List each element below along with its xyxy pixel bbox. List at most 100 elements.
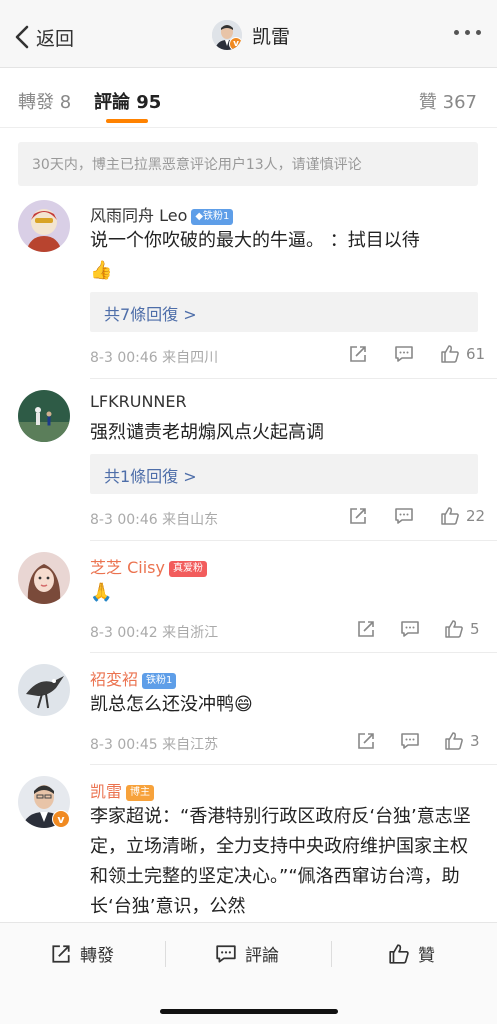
separator: [165, 941, 166, 967]
thumbs-up-icon: [445, 620, 463, 638]
weibo-comments-screen: 返回 v 凯雷 轉發 8 評論 95 贊 367 30天内，博主已拉黑恶意评论用…: [0, 0, 497, 1024]
share-icon: [350, 346, 366, 362]
laughing-emoji-icon: 😄: [234, 694, 253, 715]
like-count: 3: [470, 732, 480, 750]
chevron-left-icon: [15, 25, 29, 49]
comment-icon: [395, 508, 413, 524]
like-button[interactable]: 3: [444, 731, 480, 751]
comment-icon: [216, 944, 236, 963]
share-icon: [358, 733, 374, 749]
comment-author[interactable]: LFKRUNNER: [90, 392, 187, 411]
reply-button[interactable]: [400, 731, 420, 751]
like-count: 5: [470, 620, 480, 638]
comment-body: 说一个你吹破的最大的牛逼。 ：拭目以待: [90, 230, 420, 251]
more-dot-icon: [476, 30, 481, 35]
share-icon: [350, 508, 366, 524]
reply-button[interactable]: [394, 506, 414, 526]
divider: [90, 652, 497, 653]
fan-badge: 真爱粉: [168, 560, 207, 577]
avatar-image: [18, 200, 70, 252]
avatar[interactable]: v: [212, 20, 242, 50]
avatar[interactable]: [18, 664, 70, 716]
comment-item: 芝芝 Ciisy 真爱粉 🙏 8-3 00:42 来自浙江 5: [0, 550, 497, 650]
avatar[interactable]: [18, 552, 70, 604]
avatar-image: [18, 664, 70, 716]
back-button[interactable]: 返回: [12, 22, 74, 52]
more-button[interactable]: [454, 30, 481, 35]
nav-user[interactable]: v 凯雷: [212, 20, 290, 50]
like-button[interactable]: 61: [440, 344, 485, 364]
comment-body: 强烈谴责老胡煽风点火起高调: [90, 422, 324, 443]
active-tab-indicator: [106, 119, 148, 123]
fan-badge: 铁粉1: [142, 672, 177, 689]
comment-item: 风雨同舟 Leo ◆铁粉1 说一个你吹破的最大的牛逼。 ：拭目以待 👍 共7條回復…: [0, 196, 497, 376]
separator: [331, 941, 332, 967]
like-action-button[interactable]: 贊: [388, 941, 435, 966]
home-indicator[interactable]: [160, 1009, 338, 1014]
back-label: 返回: [36, 27, 75, 50]
comment-author[interactable]: 凯雷 博主: [90, 778, 155, 802]
more-dot-icon: [465, 30, 470, 35]
reply-button[interactable]: [394, 344, 414, 364]
comment-icon: [401, 621, 419, 637]
comment-text: 🙏: [90, 578, 480, 608]
author-name[interactable]: 凯雷: [90, 782, 122, 801]
like-count: 22: [466, 507, 486, 525]
thumbs-up-icon: [441, 345, 459, 363]
divider: [90, 378, 497, 379]
comment-meta: 8-3 00:42 来自浙江: [90, 622, 218, 642]
share-icon: [52, 944, 70, 963]
avatar[interactable]: [18, 390, 70, 442]
comment-action-button[interactable]: 評論: [215, 941, 279, 966]
avatar[interactable]: v: [18, 776, 70, 828]
like-button[interactable]: 22: [440, 506, 485, 526]
bottom-action-bar: 轉發 評論 贊: [0, 922, 497, 1024]
repost-action-button[interactable]: 轉發: [50, 941, 114, 966]
verified-badge-icon: v: [52, 810, 70, 828]
repost-button[interactable]: [356, 731, 376, 751]
like-count: 61: [466, 345, 486, 363]
tab-likes[interactable]: 贊 367: [419, 88, 477, 114]
author-name[interactable]: 芝芝 Ciisy: [90, 558, 165, 577]
avatar-image: [18, 552, 70, 604]
fan-badge: ◆铁粉1: [191, 208, 234, 225]
comment-actions: 3: [356, 731, 480, 751]
repost-button[interactable]: [348, 344, 368, 364]
comment-actions: 5: [356, 619, 480, 639]
author-name[interactable]: 袑変袑: [90, 670, 138, 689]
tab-comments[interactable]: 評論 95: [94, 88, 161, 114]
repost-button[interactable]: [356, 619, 376, 639]
blocked-users-notice: 30天内，博主已拉黑恶意评论用户13人，请谨慎评论: [18, 142, 478, 186]
comment-meta: 8-3 00:46 来自四川: [90, 347, 218, 367]
comment-icon: [395, 346, 413, 362]
author-name[interactable]: 风雨同舟 Leo: [90, 206, 187, 225]
share-icon: [358, 621, 374, 637]
comment-actions: 22: [348, 506, 485, 526]
page-title: 凯雷: [252, 25, 291, 48]
thumbs-up-icon: [389, 943, 409, 964]
view-replies-button[interactable]: 共7條回復 >: [90, 292, 478, 332]
comment-author[interactable]: 袑変袑 铁粉1: [90, 666, 177, 690]
comment-text: 凯总怎么还没冲鸭😄: [90, 690, 480, 720]
comment-author[interactable]: 风雨同舟 Leo ◆铁粉1: [90, 202, 234, 226]
like-label: 贊: [418, 946, 435, 966]
comment-location: 来自浙江: [162, 625, 219, 641]
divider: [90, 540, 497, 541]
thumbs-up-icon: [441, 507, 459, 525]
comment-icon: [401, 733, 419, 749]
repost-button[interactable]: [348, 506, 368, 526]
comment-time: 8-3 00:46: [90, 350, 158, 366]
comment-time: 8-3 00:46: [90, 512, 158, 528]
comment-author[interactable]: 芝芝 Ciisy 真爱粉: [90, 554, 207, 578]
nav-bar: 返回 v 凯雷: [0, 0, 497, 68]
tab-reposts[interactable]: 轉發 8: [18, 88, 71, 114]
reply-button[interactable]: [400, 619, 420, 639]
like-button[interactable]: 5: [444, 619, 480, 639]
view-replies-button[interactable]: 共1條回復 >: [90, 454, 478, 494]
comment-time: 8-3 00:42: [90, 625, 158, 641]
repost-label: 轉發: [80, 946, 114, 966]
avatar[interactable]: [18, 200, 70, 252]
comment-label: 評論: [245, 946, 279, 966]
thumbs-up-icon: [445, 732, 463, 750]
divider: [90, 764, 497, 765]
